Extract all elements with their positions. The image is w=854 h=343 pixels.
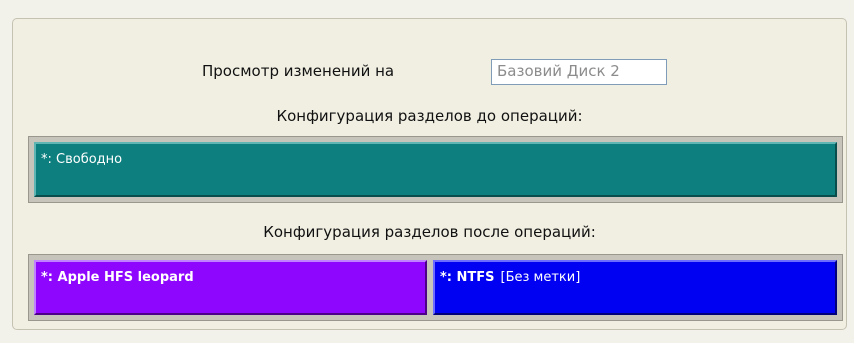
disk-map-after: *: Apple HFS leopard *: NTFS [Без метки] [28,254,843,321]
partition-type: *: NTFS [440,270,495,285]
disk-select-field[interactable]: Базовий Диск 2 [491,59,667,85]
before-operations-heading: Конфигурация разделов до операций: [276,107,583,125]
preview-row: Просмотр изменений на Базовий Диск 2 [13,57,846,87]
partition-apple-hfs[interactable]: *: Apple HFS leopard [34,260,427,315]
partition-label: *: Apple HFS leopard [41,270,194,285]
preview-label: Просмотр изменений на [202,62,395,80]
partition-volume-label: [Без метки] [500,270,581,285]
disk-map-before: *: Свободно [28,136,843,203]
disk-preview-panel: Просмотр изменений на Базовий Диск 2 Кон… [12,18,847,330]
partition-label: *: Свободно [41,152,123,167]
after-operations-heading: Конфигурация разделов после операций: [263,223,596,241]
partition-ntfs[interactable]: *: NTFS [Без метки] [433,260,837,315]
partition-free-space[interactable]: *: Свободно [34,142,837,197]
